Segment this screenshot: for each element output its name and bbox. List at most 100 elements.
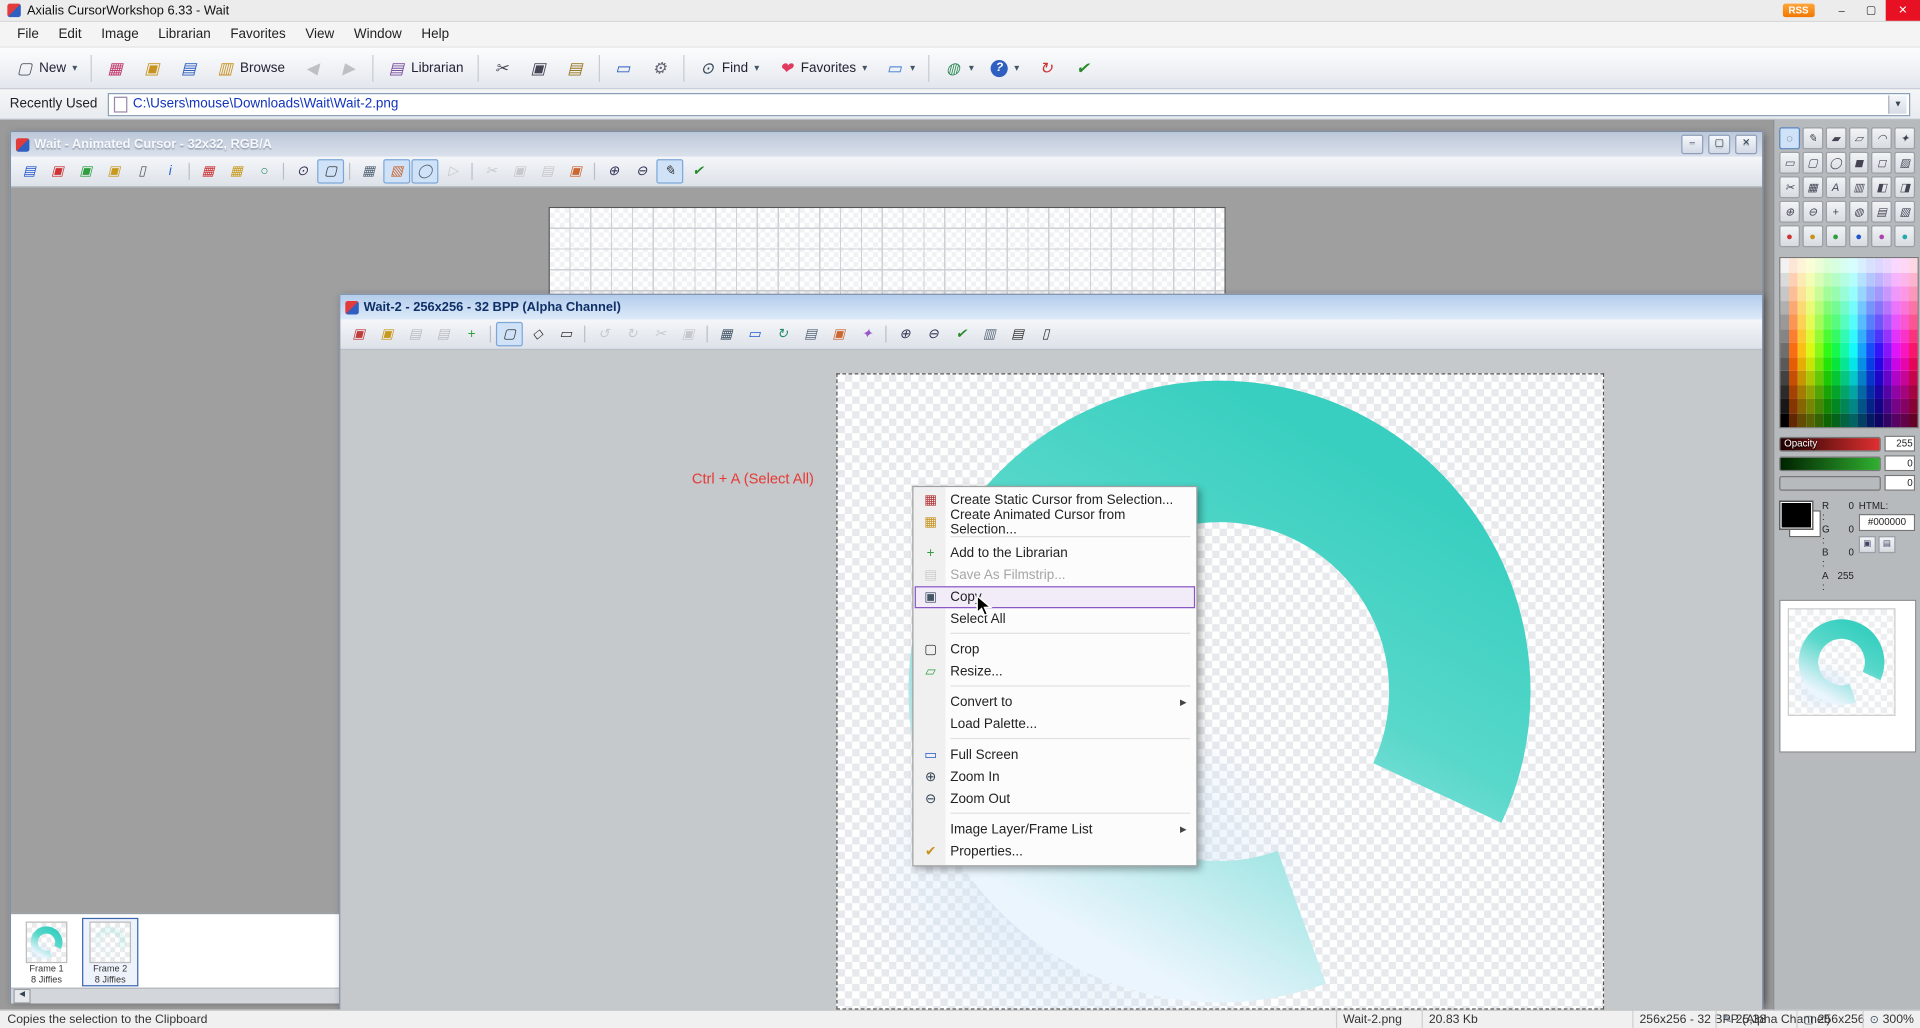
cut-button[interactable]: ✂ xyxy=(484,51,518,85)
channel-slider[interactable]: Opacity xyxy=(1779,436,1881,451)
palette-swatch[interactable] xyxy=(1849,399,1858,413)
palette-swatch[interactable] xyxy=(1798,413,1807,427)
palette-swatch[interactable] xyxy=(1883,413,1892,427)
drawing-tool-button[interactable]: ▱ xyxy=(1848,127,1869,149)
palette-swatch[interactable] xyxy=(1789,413,1798,427)
palette-swatch[interactable] xyxy=(1806,413,1815,427)
test-animation-button[interactable]: ↻ xyxy=(769,322,796,346)
palette-swatch[interactable] xyxy=(1823,371,1832,385)
palette-swatch[interactable] xyxy=(1866,399,1875,413)
palette-swatch[interactable] xyxy=(1815,399,1824,413)
palette-swatch[interactable] xyxy=(1815,300,1824,314)
palette-swatch[interactable] xyxy=(1900,315,1909,329)
menu-bar-item[interactable]: Help xyxy=(412,22,459,46)
palette-swatch[interactable] xyxy=(1798,272,1807,286)
palette-swatch[interactable] xyxy=(1780,329,1789,343)
palette-swatch[interactable] xyxy=(1832,258,1841,272)
palette-swatch[interactable] xyxy=(1866,286,1875,300)
drawing-tool-button[interactable]: ▰ xyxy=(1825,127,1846,149)
save-button[interactable]: ▤ xyxy=(402,322,429,346)
palette-swatch[interactable] xyxy=(1823,272,1832,286)
palette-swatch[interactable] xyxy=(1832,413,1841,427)
palette-swatch[interactable] xyxy=(1840,258,1849,272)
palette-swatch[interactable] xyxy=(1832,385,1841,399)
palette-swatch[interactable] xyxy=(1849,413,1858,427)
drawing-tool-button[interactable]: ◧ xyxy=(1871,176,1892,198)
palette-swatch[interactable] xyxy=(1883,343,1892,357)
palette-swatch[interactable] xyxy=(1900,329,1909,343)
cut-button[interactable]: ✂ xyxy=(478,159,505,183)
menu-bar-item[interactable]: Favorites xyxy=(221,22,296,46)
zoom-out-button[interactable]: ⊖ xyxy=(628,159,655,183)
palette-swatch[interactable] xyxy=(1883,286,1892,300)
drawing-tool-button[interactable]: ● xyxy=(1802,225,1823,247)
rss-badge[interactable]: RSS xyxy=(1782,4,1814,17)
context-menu-item[interactable]: ▱ Resize... xyxy=(915,661,1195,683)
drawing-tool-button[interactable]: ⊕ xyxy=(1779,201,1800,223)
maximize-button[interactable]: ▢ xyxy=(1856,0,1885,21)
transparent-grid-button[interactable]: ▧ xyxy=(383,159,410,183)
web-button[interactable]: ◍ xyxy=(936,51,981,85)
context-menu-item[interactable]: ▤ Save As Filmstrip... xyxy=(915,564,1195,586)
zoom-in-button[interactable]: ⊕ xyxy=(891,322,918,346)
toolbar-button[interactable] xyxy=(477,54,478,81)
palette-swatch[interactable] xyxy=(1789,399,1798,413)
drawing-tool-button[interactable]: A xyxy=(1825,176,1846,198)
palette-swatch[interactable] xyxy=(1900,385,1909,399)
close-button[interactable]: ✕ xyxy=(1886,0,1920,21)
palette-swatch[interactable] xyxy=(1789,272,1798,286)
toolbar-button[interactable] xyxy=(91,54,92,81)
display-button[interactable]: ▭ xyxy=(877,51,922,85)
palette-swatch[interactable] xyxy=(1780,300,1789,314)
add-to-librarian-button[interactable]: + xyxy=(458,322,485,346)
options-button[interactable]: ⚙ xyxy=(642,51,676,85)
drawing-tool-button[interactable]: ◻ xyxy=(1871,152,1892,174)
image-window-titlebar[interactable]: Wait-2 - 256x256 - 32 BPP (Alpha Channel… xyxy=(340,295,1762,319)
palette-swatch[interactable] xyxy=(1823,343,1832,357)
palette-swatch[interactable] xyxy=(1849,371,1858,385)
palette-swatch[interactable] xyxy=(1789,371,1798,385)
toolbar-button[interactable] xyxy=(683,54,684,81)
palette-swatch[interactable] xyxy=(1798,315,1807,329)
palette-swatch[interactable] xyxy=(1866,329,1875,343)
palette-swatch[interactable] xyxy=(1840,315,1849,329)
tool-button[interactable] xyxy=(349,163,350,180)
palette-swatch[interactable] xyxy=(1909,399,1918,413)
frame-edit-button[interactable]: ▦ xyxy=(223,159,250,183)
palette-swatch[interactable] xyxy=(1832,357,1841,371)
palette-swatch[interactable] xyxy=(1806,272,1815,286)
effects-button[interactable]: ✦ xyxy=(853,322,880,346)
save-as-button[interactable]: ▣ xyxy=(44,159,71,183)
context-menu-item[interactable]: ▭ Full Screen xyxy=(915,744,1195,766)
palette-swatch[interactable] xyxy=(1875,315,1884,329)
librarian-manager-button[interactable]: ▦ xyxy=(98,51,132,85)
palette-swatch[interactable] xyxy=(1823,357,1832,371)
palette-swatch[interactable] xyxy=(1815,315,1824,329)
drawing-tool-button[interactable]: ◯ xyxy=(1825,152,1846,174)
palette-swatch[interactable] xyxy=(1823,385,1832,399)
copy-color-icon[interactable]: ▣ xyxy=(1859,536,1876,553)
context-menu-item[interactable]: Load Palette... xyxy=(915,713,1195,735)
copy-frame-button[interactable]: ▣ xyxy=(100,159,127,183)
grid-toggle-button[interactable]: ▦ xyxy=(355,159,382,183)
palette-swatch[interactable] xyxy=(1832,371,1841,385)
tool-button[interactable] xyxy=(885,326,886,343)
hotspot-button[interactable]: ⊙ xyxy=(289,159,316,183)
palette-swatch[interactable] xyxy=(1823,286,1832,300)
palette-swatch[interactable] xyxy=(1832,286,1841,300)
palette-swatch[interactable] xyxy=(1806,300,1815,314)
tool-button[interactable] xyxy=(189,163,190,180)
tool-button[interactable] xyxy=(594,163,595,180)
palette-swatch[interactable] xyxy=(1866,300,1875,314)
palette-swatch[interactable] xyxy=(1900,399,1909,413)
update-button[interactable]: ↻ xyxy=(1029,51,1063,85)
palette-swatch[interactable] xyxy=(1789,315,1798,329)
palette-swatch[interactable] xyxy=(1900,272,1909,286)
drawing-tool-button[interactable]: + xyxy=(1825,201,1846,223)
palette-swatch[interactable] xyxy=(1858,258,1867,272)
menu-bar-item[interactable]: File xyxy=(7,22,48,46)
palette-swatch[interactable] xyxy=(1789,258,1798,272)
palette-swatch[interactable] xyxy=(1858,371,1867,385)
channel-slider[interactable] xyxy=(1779,456,1881,471)
context-menu-item[interactable]: ✔ Properties... xyxy=(915,841,1195,863)
